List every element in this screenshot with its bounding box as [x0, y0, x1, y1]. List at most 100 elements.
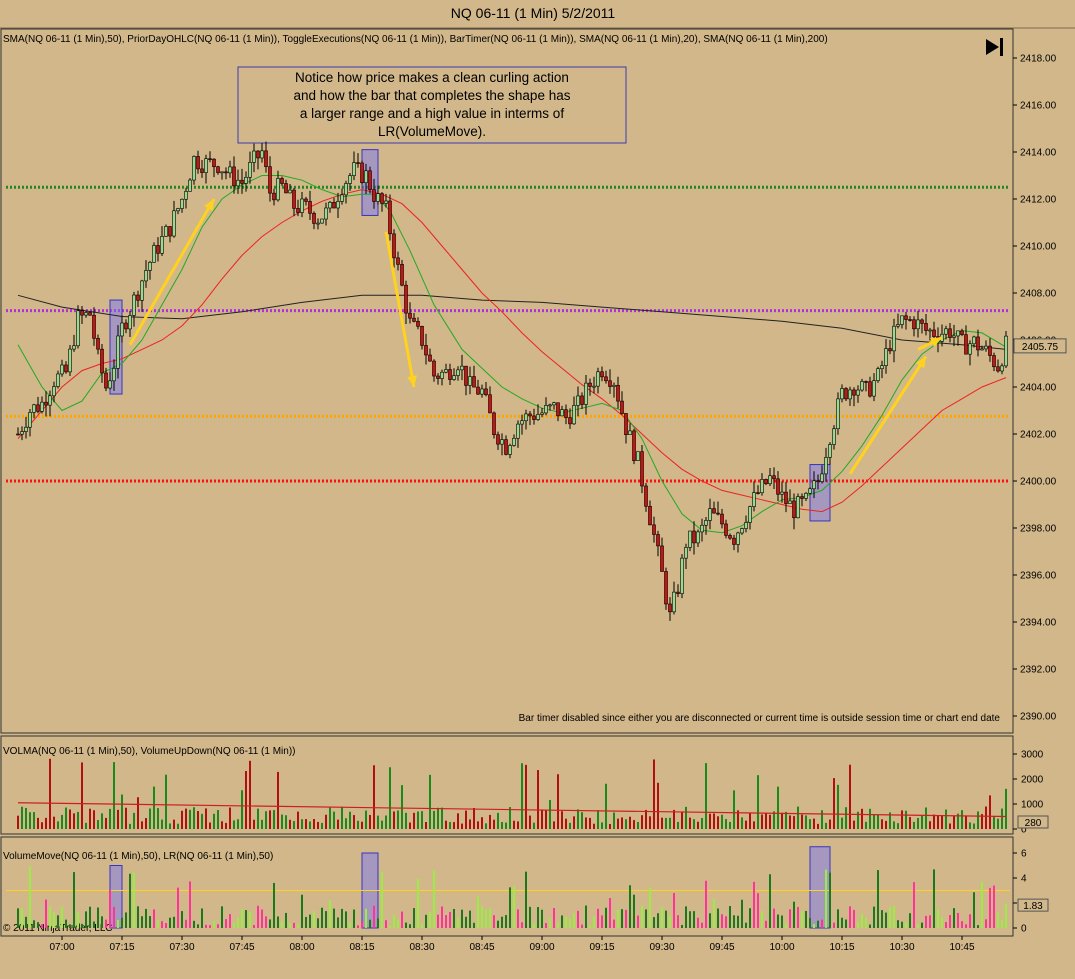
candle-up [688, 530, 692, 548]
candle-up [872, 380, 876, 397]
time-tick-label: 08:30 [409, 942, 434, 953]
candle-down [208, 158, 212, 160]
candle-up [536, 414, 540, 420]
candle-up [828, 444, 832, 458]
candle-up [748, 506, 752, 523]
candle-up [1004, 335, 1008, 367]
candle-up [128, 315, 132, 330]
candle-down [436, 375, 440, 379]
candle-up [744, 522, 748, 529]
candle-down [268, 166, 272, 194]
price-tick-label: 2398.00 [1020, 524, 1057, 535]
candle-up [944, 328, 948, 335]
candle-up [520, 420, 524, 425]
candle-up [340, 194, 344, 202]
candle-down [992, 355, 996, 368]
candle-down [732, 537, 736, 545]
candle-down [464, 365, 468, 386]
candle-up [460, 365, 464, 371]
candle-down [852, 389, 856, 396]
time-tick-label: 10:45 [949, 942, 974, 953]
price-tick-label: 2408.00 [1020, 289, 1057, 300]
candle-down [624, 413, 628, 435]
candle-up [972, 336, 976, 345]
candle-down [484, 388, 488, 396]
candle-down [448, 369, 452, 380]
candle-down [420, 326, 424, 346]
candle-up [760, 479, 764, 494]
candle-up [508, 445, 512, 455]
candle-down [676, 591, 680, 594]
candle-down [504, 439, 508, 455]
candle-down [924, 323, 928, 331]
candle-up [260, 150, 264, 159]
candle-down [412, 317, 416, 322]
candle-up [108, 380, 112, 389]
volumemove-tick-label: 4 [1021, 874, 1027, 885]
candle-down [168, 226, 172, 237]
candle-up [876, 368, 880, 381]
candle-down [756, 492, 760, 494]
candle-down [960, 330, 964, 335]
chart-background [0, 0, 1075, 979]
candle-down [604, 376, 608, 382]
candle-up [628, 430, 632, 435]
price-tick-label: 2414.00 [1020, 148, 1057, 159]
candle-up [348, 175, 352, 184]
candle-down [608, 380, 612, 387]
candle-down [640, 451, 644, 487]
price-tick-label: 2396.00 [1020, 571, 1057, 582]
candle-down [492, 412, 496, 435]
candle-down [44, 401, 48, 406]
candle-down [308, 201, 312, 214]
candle-up [1000, 365, 1004, 372]
price-chart[interactable]: NQ 06-11 (1 Min) 5/2/2011 SMA(NQ 06-11 (… [0, 0, 1075, 979]
candle-down [908, 319, 912, 321]
candle-up [440, 371, 444, 379]
candle-down [816, 480, 820, 483]
candle-down [380, 193, 384, 204]
candle-down [600, 371, 604, 378]
candle-up [788, 500, 792, 504]
candle-up [288, 189, 292, 194]
price-tick-label: 2412.00 [1020, 195, 1057, 206]
candle-down [620, 400, 624, 414]
candle-up [512, 437, 516, 446]
candle-down [124, 322, 128, 330]
candle-down [784, 491, 788, 504]
candle-up [832, 428, 836, 445]
candle-up [548, 404, 552, 407]
candle-down [428, 354, 432, 362]
candle-up [60, 364, 64, 375]
candle-up [52, 386, 56, 397]
candle-up [596, 371, 600, 387]
candle-down [932, 329, 936, 337]
candle-down [692, 530, 696, 544]
candle-down [224, 171, 228, 174]
candle-down [864, 381, 868, 383]
candle-up [524, 413, 528, 422]
play-to-end-button[interactable] [982, 37, 1006, 57]
candle-down [996, 366, 1000, 372]
candle-up [516, 423, 520, 439]
candle-down [36, 404, 40, 412]
price-indicators-label: SMA(NQ 06-11 (1 Min),50), PriorDayOHLC(N… [3, 34, 828, 45]
candle-up [840, 388, 844, 400]
volume-tick-label: 2000 [1021, 775, 1044, 786]
candle-down [80, 310, 84, 316]
candle-up [148, 262, 152, 271]
candle-up [740, 528, 744, 534]
candle-up [752, 492, 756, 507]
candle-up [184, 191, 188, 200]
candle-up [456, 369, 460, 376]
candle-up [152, 245, 156, 263]
candle-down [104, 372, 108, 389]
candle-up [28, 412, 32, 428]
volume-indicators-label: VOLMA(NQ 06-11 (1 Min),50), VolumeUpDown… [3, 746, 296, 757]
candle-down [948, 328, 952, 338]
candle-up [316, 222, 320, 225]
candle-down [256, 150, 260, 159]
candle-up [120, 322, 124, 337]
candle-down [360, 162, 364, 183]
candle-up [276, 178, 280, 201]
